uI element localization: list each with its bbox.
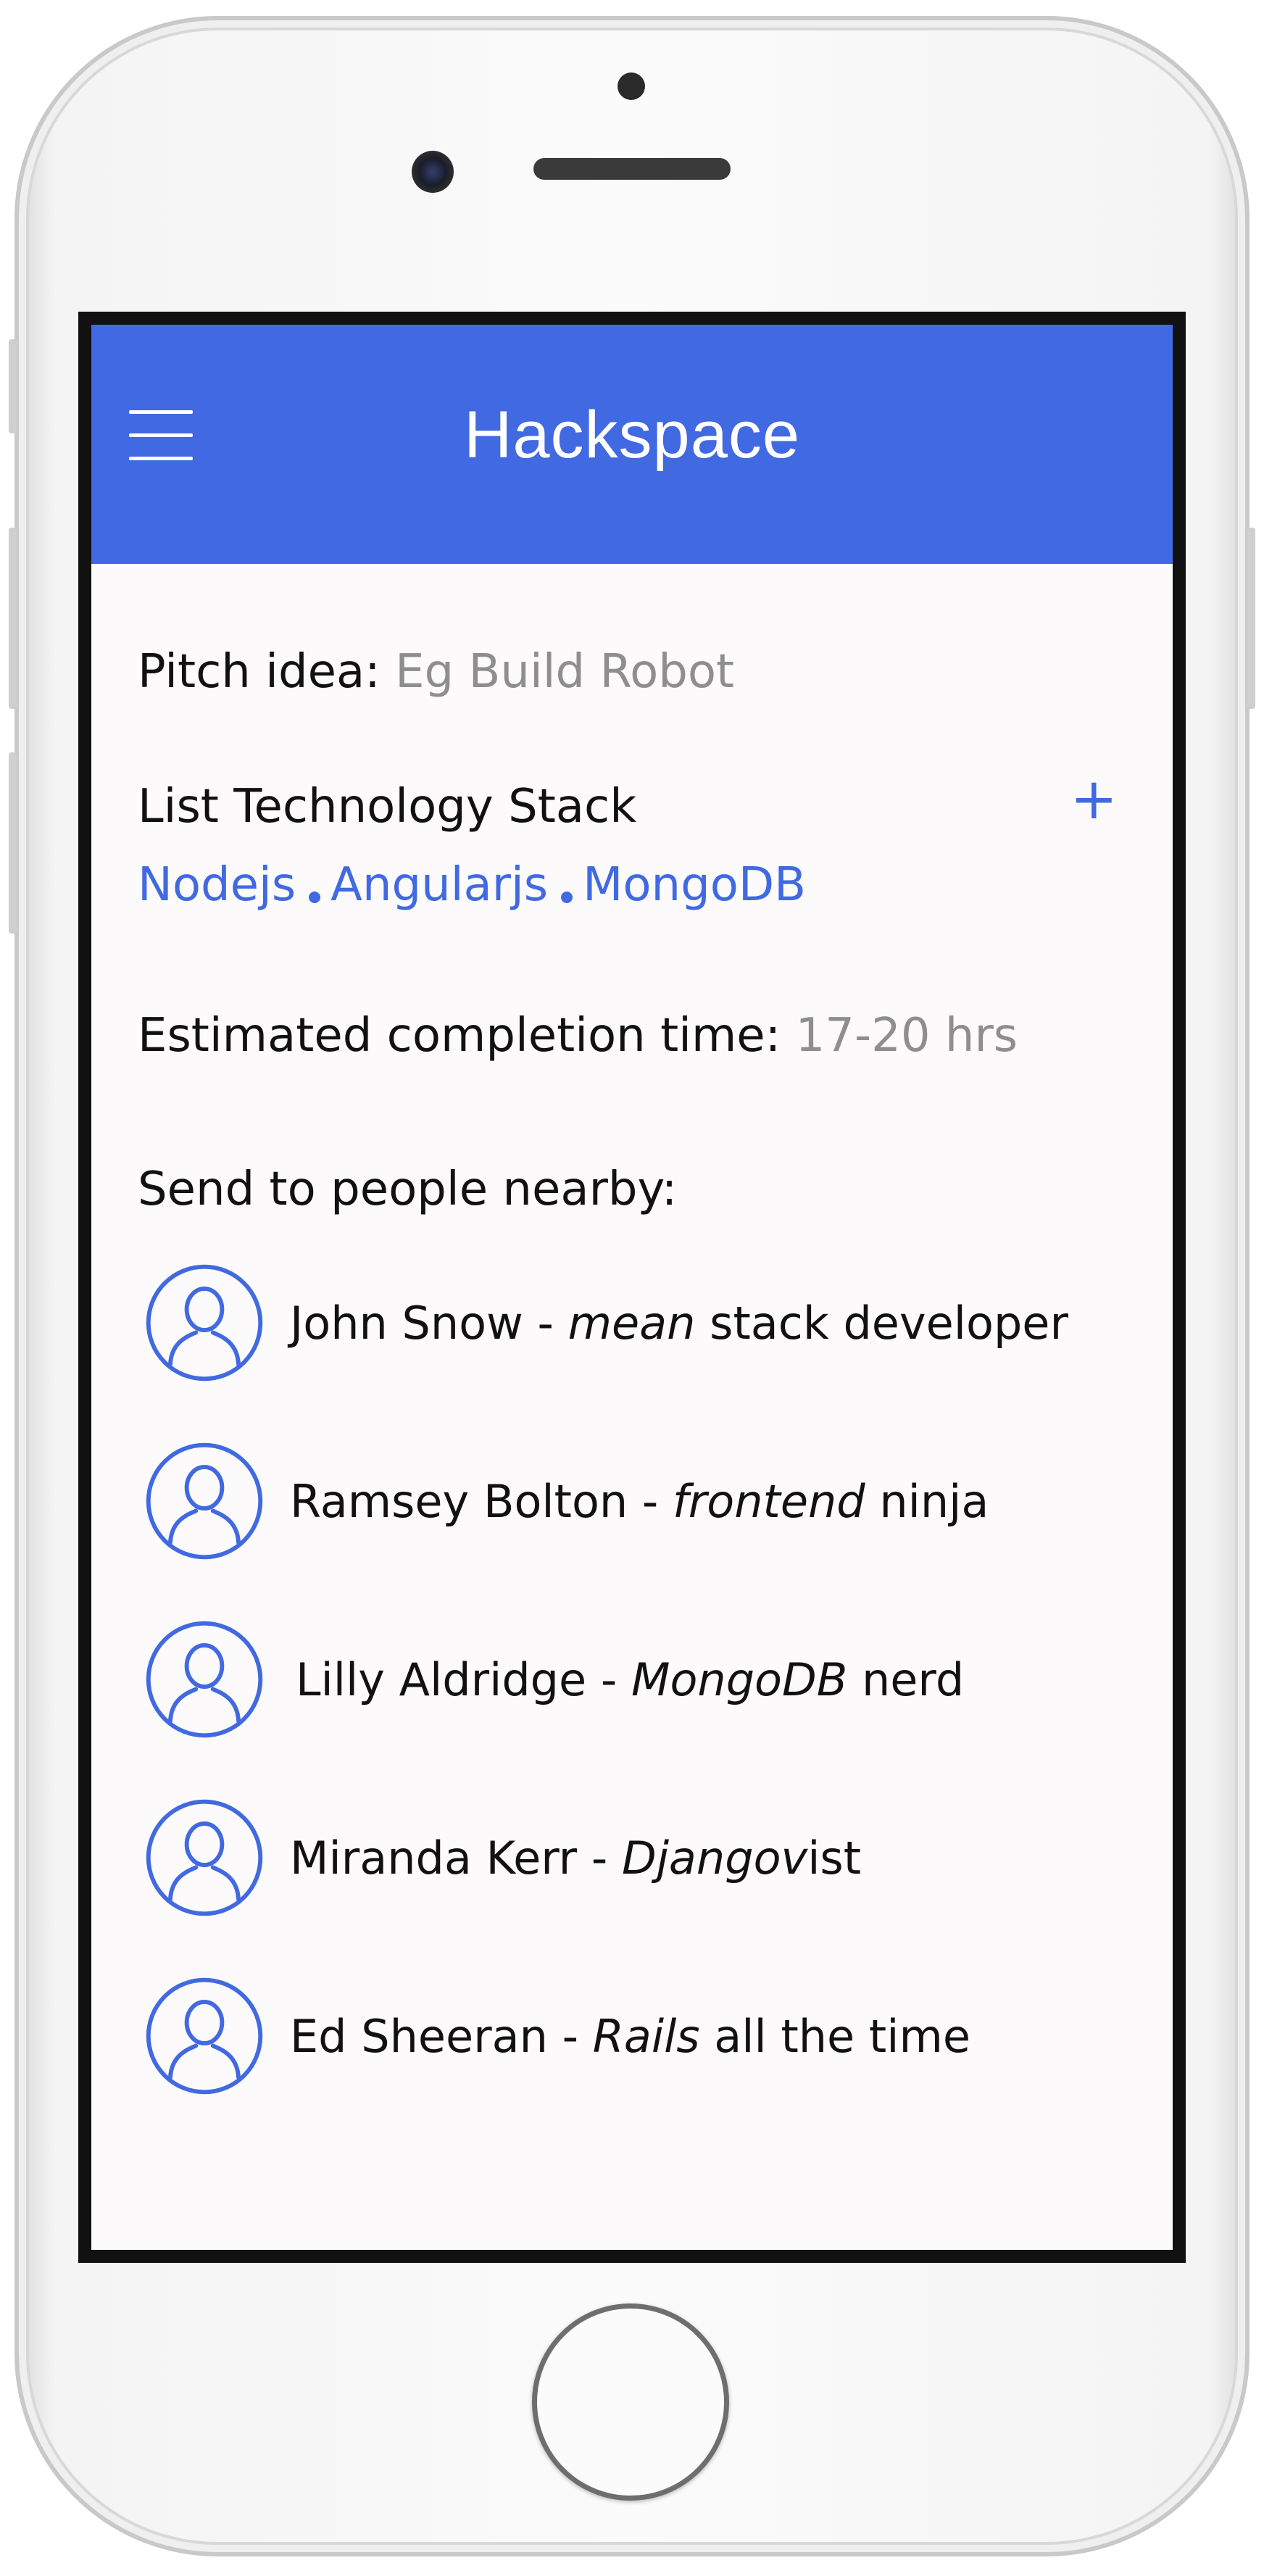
estimate-row: Estimated completion time: 17-20 hrs — [138, 1009, 1018, 1063]
person-item[interactable]: Lilly Aldridge - MongoDB nerd — [144, 1618, 964, 1741]
page-title: Hackspace — [463, 398, 801, 472]
user-avatar-icon — [146, 1442, 263, 1560]
pitch-row[interactable]: Pitch idea: Eg Build Robot — [138, 645, 734, 699]
person-label: Lilly Aldridge - MongoDB nerd — [296, 1653, 965, 1706]
separator-dot — [309, 892, 321, 903]
plus-icon[interactable]: + — [1070, 771, 1118, 828]
stack-tags: Nodejs Angularjs MongoDB — [138, 858, 806, 912]
stack-tag[interactable]: Nodejs — [138, 858, 296, 912]
earpiece-speaker — [533, 158, 731, 180]
person-label: Miranda Kerr - Djangovist — [290, 1831, 862, 1885]
pitch-label: Pitch idea: — [138, 645, 381, 699]
mute-switch — [9, 339, 17, 433]
stack-tag[interactable]: Angularjs — [330, 858, 548, 912]
user-avatar-icon — [146, 1264, 263, 1382]
person-item[interactable]: John Snow - mean stack developer — [144, 1261, 1068, 1384]
person-label: Ramsey Bolton - frontend ninja — [290, 1474, 989, 1528]
separator-dot — [561, 892, 573, 903]
stack-label: List Technology Stack — [138, 780, 637, 834]
volume-up-button — [9, 528, 17, 709]
person-item[interactable]: Ed Sheeran - Rails all the time — [144, 1974, 970, 2098]
home-button[interactable] — [532, 2303, 729, 2501]
proximity-sensor — [618, 72, 645, 100]
estimate-label: Estimated completion time: — [138, 1009, 781, 1063]
user-avatar-icon — [146, 1621, 263, 1738]
power-button — [1247, 528, 1255, 709]
screen-bezel: Hackspace Pitch idea: Eg Build Robot Lis… — [78, 312, 1186, 2263]
app-screen: Hackspace Pitch idea: Eg Build Robot Lis… — [91, 325, 1173, 2250]
user-avatar-icon — [146, 1799, 263, 1916]
app-header: Hackspace — [91, 325, 1173, 564]
front-camera — [412, 151, 454, 193]
estimate-value[interactable]: 17-20 hrs — [796, 1009, 1018, 1063]
nearby-label: Send to people nearby: — [138, 1163, 678, 1216]
stack-tag[interactable]: MongoDB — [583, 858, 806, 912]
person-item[interactable]: Miranda Kerr - Djangovist — [144, 1796, 861, 1919]
person-item[interactable]: Ramsey Bolton - frontend ninja — [144, 1439, 989, 1563]
person-label: Ed Sheeran - Rails all the time — [290, 2009, 970, 2063]
pitch-input[interactable]: Eg Build Robot — [395, 645, 734, 699]
user-avatar-icon — [146, 1977, 263, 2095]
person-label: John Snow - mean stack developer — [290, 1296, 1068, 1350]
volume-down-button — [9, 752, 17, 934]
